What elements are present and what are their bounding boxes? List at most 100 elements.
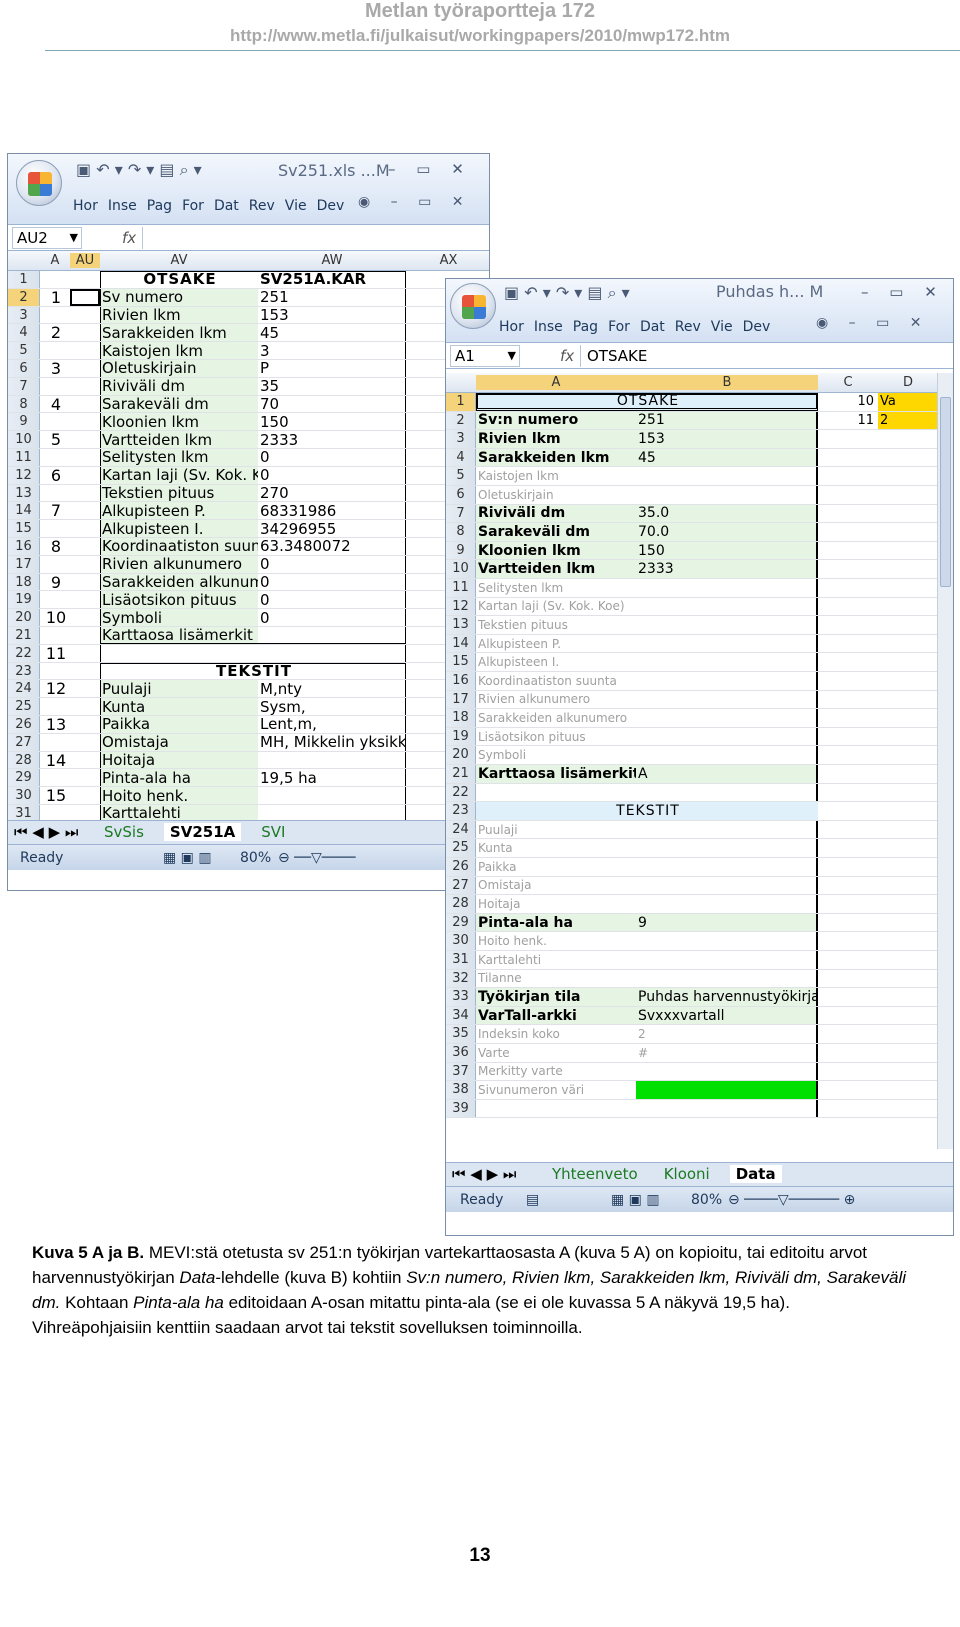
- ribbon-tab[interactable]: Inse: [531, 317, 566, 337]
- row-number[interactable]: 9: [446, 541, 476, 560]
- row-number[interactable]: 1: [8, 271, 40, 288]
- column-header[interactable]: A: [40, 253, 70, 268]
- formula-input[interactable]: OTSAKE: [580, 344, 953, 367]
- row-number[interactable]: 21: [446, 765, 476, 783]
- row-number[interactable]: 27: [8, 733, 40, 751]
- cell-au[interactable]: [70, 502, 100, 519]
- vertical-scrollbar[interactable]: [937, 373, 953, 1149]
- cell-a[interactable]: [40, 627, 70, 644]
- cell-a[interactable]: [40, 271, 70, 288]
- cell-au[interactable]: [70, 538, 100, 555]
- cell-au[interactable]: [70, 574, 100, 591]
- cell-c[interactable]: 10: [818, 393, 878, 411]
- row-number[interactable]: 7: [8, 377, 40, 395]
- cell-a[interactable]: [40, 307, 70, 324]
- name-box[interactable]: A1 ▼: [450, 344, 520, 367]
- cell-a[interactable]: 10: [40, 609, 70, 626]
- row-number[interactable]: 17: [446, 690, 476, 709]
- cell-a[interactable]: [40, 413, 70, 430]
- fx-icon[interactable]: fx: [122, 229, 142, 247]
- row-number[interactable]: 16: [8, 538, 40, 555]
- row-number[interactable]: 24: [446, 820, 476, 839]
- cell-a[interactable]: 9: [40, 574, 70, 591]
- ribbon-tab[interactable]: Vie: [708, 317, 736, 337]
- cell-a[interactable]: 2: [40, 324, 70, 341]
- fx-icon[interactable]: fx: [560, 347, 580, 365]
- cell-au[interactable]: [70, 627, 100, 644]
- cell-au[interactable]: [70, 591, 100, 608]
- row-number[interactable]: 20: [446, 746, 476, 764]
- tab-nav-icon[interactable]: ⏮ ◀ ▶ ⏭: [14, 823, 78, 841]
- cell-a[interactable]: 15: [40, 787, 70, 804]
- row-number[interactable]: 13: [8, 484, 40, 502]
- sheet-tab[interactable]: SvSis: [98, 823, 150, 841]
- row-number[interactable]: 12: [446, 597, 476, 616]
- worksheet-grid-a[interactable]: A AU AV AW AX 1 OTSAKE SV251A.KAR 2 1 Sv numero 251…: [8, 251, 489, 841]
- cell-a[interactable]: [40, 342, 70, 359]
- cell-a[interactable]: [40, 698, 70, 715]
- row-number[interactable]: 29: [446, 913, 476, 932]
- cell-header[interactable]: TEKSTIT: [476, 802, 818, 820]
- ribbon-tab[interactable]: Vie: [282, 196, 310, 216]
- cell-a[interactable]: [40, 556, 70, 573]
- cell-au[interactable]: [70, 360, 100, 377]
- row-number[interactable]: 36: [446, 1044, 476, 1062]
- ribbon-tab[interactable]: Dat: [211, 196, 242, 216]
- row-number[interactable]: 25: [8, 698, 40, 715]
- cell-au[interactable]: [70, 609, 100, 626]
- row-number[interactable]: 22: [8, 644, 40, 662]
- cell-au[interactable]: [70, 378, 100, 395]
- row-number[interactable]: 11: [8, 449, 40, 466]
- help-icon[interactable]: ◉ – ▭ ✕: [358, 194, 472, 210]
- cell-a[interactable]: 3: [40, 360, 70, 377]
- row-number[interactable]: 4: [446, 448, 476, 467]
- cell-au[interactable]: [70, 324, 100, 341]
- cell-au[interactable]: [70, 449, 100, 466]
- row-number[interactable]: 33: [446, 988, 476, 1006]
- row-number[interactable]: 19: [8, 591, 40, 609]
- cell-a[interactable]: 4: [40, 396, 70, 413]
- row-number[interactable]: 21: [8, 627, 40, 644]
- row-number[interactable]: 37: [446, 1062, 476, 1081]
- row-number[interactable]: 11: [446, 579, 476, 597]
- row-number[interactable]: 31: [446, 951, 476, 969]
- formula-input[interactable]: [142, 226, 489, 249]
- row-number[interactable]: 14: [446, 634, 476, 653]
- row-number[interactable]: 30: [446, 932, 476, 950]
- row-number[interactable]: 8: [8, 395, 40, 413]
- row-number[interactable]: 12: [8, 466, 40, 484]
- cell-au[interactable]: [70, 485, 100, 502]
- row-number[interactable]: 28: [8, 751, 40, 769]
- cell-au[interactable]: [70, 680, 100, 697]
- cell-a[interactable]: [40, 378, 70, 395]
- row-number[interactable]: 15: [446, 653, 476, 671]
- cell-a[interactable]: [40, 449, 70, 466]
- row-number[interactable]: 15: [8, 520, 40, 537]
- row-number[interactable]: 28: [446, 895, 476, 913]
- sheet-tab[interactable]: SV251A: [163, 823, 242, 841]
- cell-au[interactable]: [70, 698, 100, 715]
- column-header[interactable]: AU: [70, 253, 100, 268]
- row-number[interactable]: 14: [8, 502, 40, 520]
- quick-access-toolbar[interactable]: ▣ ↶ ▾ ↷ ▾ ▤ ⌕ ▾: [76, 160, 202, 180]
- cell-au[interactable]: [70, 467, 100, 484]
- row-number[interactable]: 19: [446, 727, 476, 746]
- tab-nav-icon[interactable]: ⏮ ◀ ▶ ⏭: [452, 1165, 516, 1183]
- cell-au[interactable]: [70, 396, 100, 413]
- row-number[interactable]: 18: [8, 573, 40, 591]
- column-header[interactable]: AX: [406, 253, 489, 268]
- view-buttons-icon[interactable]: ▦ ▣ ▥: [163, 850, 212, 866]
- row-number[interactable]: 20: [8, 609, 40, 626]
- row-number[interactable]: 22: [446, 783, 476, 802]
- ribbon-tab[interactable]: Hor: [496, 317, 527, 337]
- row-number[interactable]: 5: [8, 342, 40, 359]
- row-number[interactable]: 26: [8, 716, 40, 733]
- cell-au[interactable]: [70, 288, 100, 306]
- office-button[interactable]: [16, 160, 62, 206]
- row-number[interactable]: 2: [446, 411, 476, 430]
- column-header[interactable]: AV: [100, 253, 258, 268]
- row-number[interactable]: 34: [446, 1006, 476, 1025]
- cell-a[interactable]: 11: [40, 645, 70, 662]
- column-header[interactable]: D: [878, 375, 938, 390]
- scroll-thumb[interactable]: [940, 397, 951, 587]
